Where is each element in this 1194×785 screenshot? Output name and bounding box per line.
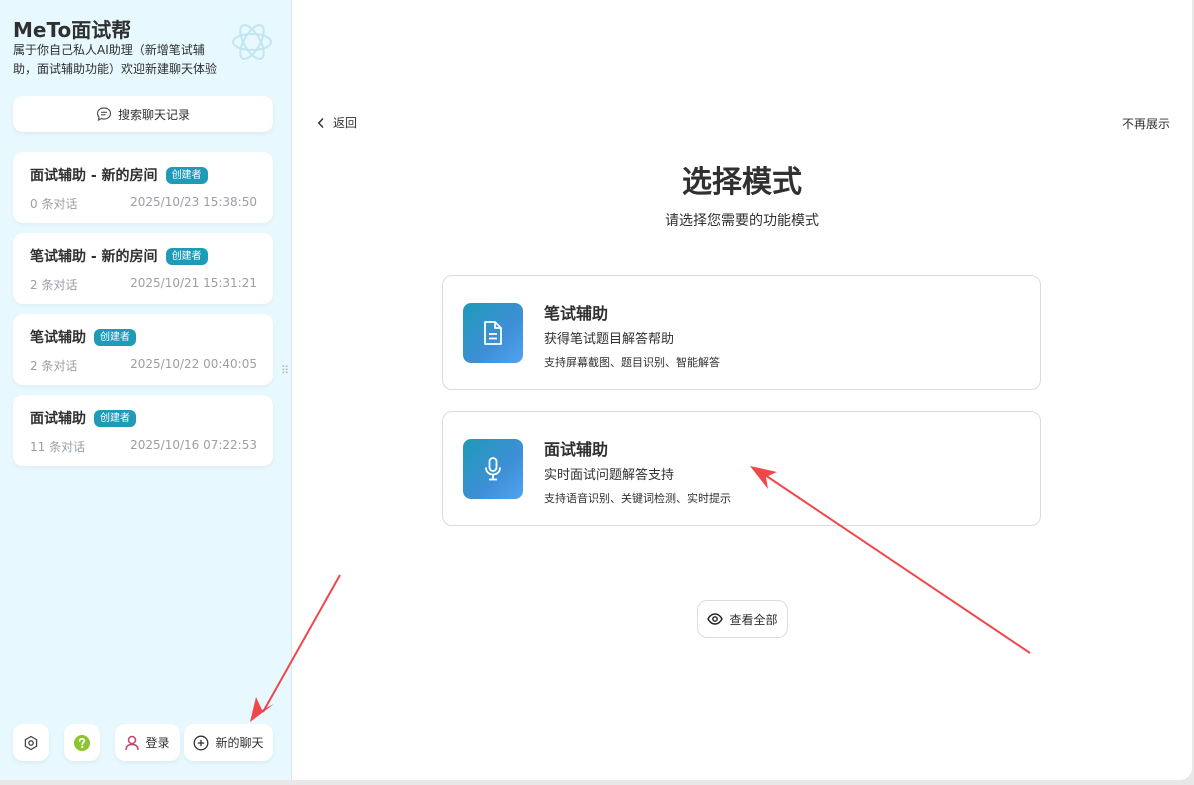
chat-item[interactable]: 面试辅助 创建者 11 条对话 2025/10/16 07:22:53	[13, 395, 273, 466]
chat-item-title: 面试辅助 - 新的房间	[30, 168, 158, 184]
dont-show-again-button[interactable]: 不再展示	[1122, 115, 1170, 132]
chat-item-count: 0 条对话	[30, 197, 78, 211]
document-icon	[484, 321, 502, 345]
search-chat-history-label: 搜索聊天记录	[117, 107, 190, 122]
login-button[interactable]: 登录	[115, 724, 180, 761]
mode-card-written-test[interactable]: 笔试辅助 获得笔试题目解答帮助 支持屏幕截图、题目识别、智能解答	[442, 275, 1041, 390]
creator-badge: 创建者	[165, 166, 208, 184]
mode-title: 笔试辅助	[544, 304, 609, 323]
help-button[interactable]	[64, 724, 100, 761]
chat-item[interactable]: 笔试辅助 创建者 2 条对话 2025/10/22 00:40:05	[13, 314, 273, 385]
chat-list: 面试辅助 - 新的房间 创建者 0 条对话 2025/10/23 15:38:5…	[13, 152, 273, 476]
page-title: 选择模式	[682, 165, 802, 200]
chat-item-title: 面试辅助	[30, 411, 86, 427]
sidebar-resize-handle[interactable]: ⠿	[281, 365, 289, 384]
back-button[interactable]: 返回	[317, 114, 357, 131]
view-all-button[interactable]: 查看全部	[697, 600, 788, 638]
chat-item-time: 2025/10/16 07:22:53	[130, 438, 257, 452]
chat-item-title: 笔试辅助	[30, 330, 86, 346]
ai-logo-icon	[232, 24, 272, 60]
app-window: MeTo面试帮 属于你自己私人AI助理（新增笔试辅助，面试辅助功能）欢迎新建聊天…	[0, 0, 1192, 780]
chat-item-count: 2 条对话	[30, 359, 78, 373]
back-label: 返回	[333, 116, 358, 130]
chat-item-count: 2 条对话	[30, 278, 78, 292]
mode-icon-box	[463, 439, 523, 499]
sidebar: MeTo面试帮 属于你自己私人AI助理（新增笔试辅助，面试辅助功能）欢迎新建聊天…	[0, 0, 292, 780]
creator-badge: 创建者	[165, 247, 208, 265]
user-icon	[125, 735, 140, 750]
chat-item[interactable]: 笔试辅助 - 新的房间 创建者 2 条对话 2025/10/21 15:31:2…	[13, 233, 273, 304]
mode-title: 面试辅助	[544, 440, 609, 459]
mode-description: 实时面试问题解答支持	[544, 468, 675, 483]
chat-item[interactable]: 面试辅助 - 新的房间 创建者 0 条对话 2025/10/23 15:38:5…	[13, 152, 273, 223]
view-all-label: 查看全部	[729, 612, 778, 627]
chat-item-title: 笔试辅助 - 新的房间	[30, 249, 158, 265]
mode-description: 获得笔试题目解答帮助	[544, 332, 675, 347]
mode-features: 支持语音识别、关键词检测、实时提示	[544, 492, 731, 505]
new-chat-label: 新的聊天	[215, 736, 264, 750]
chevron-left-icon	[317, 117, 324, 128]
eye-icon	[707, 613, 724, 625]
app-title: MeTo面试帮	[13, 18, 132, 42]
search-chat-history-button[interactable]: 搜索聊天记录	[13, 96, 273, 132]
mode-icon-box	[463, 303, 523, 363]
chat-item-count: 11 条对话	[30, 440, 86, 454]
settings-button[interactable]	[13, 724, 49, 761]
mode-selection-panel: 返回 不再展示 选择模式 请选择您需要的功能模式 笔试辅助 获得笔试题目解答帮助…	[292, 0, 1192, 780]
chat-item-time: 2025/10/23 15:38:50	[130, 195, 257, 209]
mode-card-interview[interactable]: 面试辅助 实时面试问题解答支持 支持语音识别、关键词检测、实时提示	[442, 411, 1041, 526]
microphone-icon	[485, 457, 501, 481]
page-subtitle: 请选择您需要的功能模式	[665, 213, 819, 229]
login-label: 登录	[145, 736, 170, 750]
new-chat-button[interactable]: 新的聊天	[184, 724, 273, 761]
sidebar-actions: 登录 新的聊天	[13, 724, 278, 761]
chat-bubble-icon	[96, 107, 112, 122]
app-subtitle: 属于你自己私人AI助理（新增笔试辅助，面试辅助功能）欢迎新建聊天体验	[13, 43, 218, 76]
mode-features: 支持屏幕截图、题目识别、智能解答	[544, 356, 720, 369]
creator-badge: 创建者	[94, 328, 136, 346]
settings-icon	[24, 735, 38, 750]
creator-badge: 创建者	[94, 409, 136, 427]
chat-item-time: 2025/10/22 00:40:05	[130, 357, 257, 371]
chat-item-time: 2025/10/21 15:31:21	[130, 276, 257, 290]
add-circle-icon	[194, 735, 209, 750]
help-icon	[74, 734, 90, 751]
